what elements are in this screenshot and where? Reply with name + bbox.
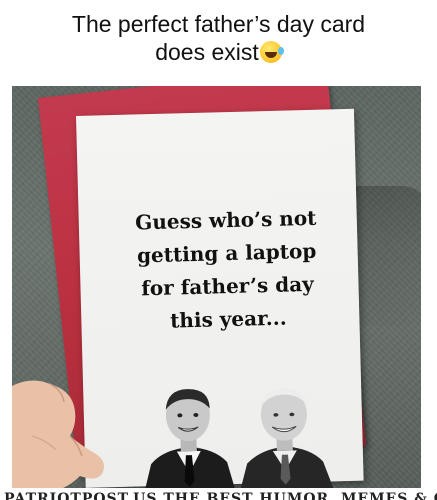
meme-frame: The perfect father’s day card does exist…	[0, 0, 437, 500]
holding-hand	[12, 380, 104, 488]
card-message: Guess who’s not getting a laptop for fat…	[100, 201, 353, 339]
fathers-day-card: Guess who’s not getting a laptop for fat…	[76, 108, 364, 488]
caption-line-1: The perfect father’s day card	[71, 11, 366, 37]
right-man-figure	[239, 388, 334, 488]
watermark-text: PATRIOTPOST.US THE BEST HUMOR, MEMES & C…	[4, 491, 437, 500]
card-photo: Guess who’s not getting a laptop for fat…	[12, 86, 421, 488]
card-line-4: this year...	[169, 305, 287, 333]
meme-caption: The perfect father’s day card does exist	[0, 0, 437, 86]
caption-line-2-text: does exist	[155, 39, 259, 65]
watermark-banner: PATRIOTPOST.US THE BEST HUMOR, MEMES & C…	[0, 488, 437, 500]
rolling-laughing-emoji-icon	[259, 41, 284, 63]
card-line-2: getting a laptop	[136, 238, 317, 268]
card-portrait-image	[143, 388, 334, 488]
caption-line-2: does exist	[0, 38, 437, 66]
left-man-figure	[143, 389, 236, 488]
